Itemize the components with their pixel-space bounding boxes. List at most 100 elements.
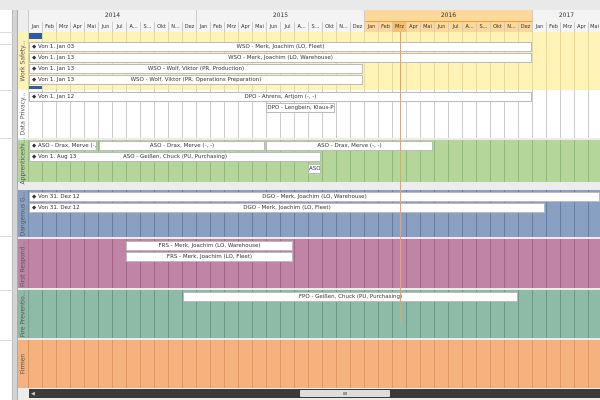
gantt-bar[interactable]: ASO [308,164,321,174]
month-cell[interactable]: Dez [183,22,197,32]
gantt-bar[interactable]: ASO - Drax, Merve (-, -) [99,141,265,151]
scroll-left-arrow-icon[interactable]: ◀ [31,391,35,397]
month-cell[interactable]: Okt [155,22,169,32]
month-cell[interactable]: Jul [113,22,127,32]
bar-start-text: ASO - Drax, Merve (-, [37,143,97,149]
month-cell[interactable]: Apr [407,22,421,32]
lane-label-text: Dangerous G... [19,191,27,236]
month-cell[interactable]: N... [337,22,351,32]
bar-start-label: ◆ Von 31. Dez 12 [32,205,80,211]
bar-start-text: Von 1. Jan 12 [37,94,75,100]
left-panel [0,10,13,400]
month-cell[interactable]: N... [169,22,183,32]
month-cell[interactable]: Mai [421,22,435,32]
gantt-bar[interactable]: ◆ Von 31. Dez 12 DGO - Merk, Joachim (LO,… [29,192,600,202]
lane-label[interactable]: Dangerous G... [18,190,29,237]
gantt-bar[interactable]: ◆ Von 1. Aug 13 ASO - Geißen, Chuck (PU, … [29,152,321,162]
lane-0: Work Safety... ◆ Von 1. Jan 03 WSO - Merk,… [18,32,600,90]
month-cell[interactable]: Feb [211,22,225,32]
month-cell[interactable]: Okt [491,22,505,32]
month-cell[interactable]: Mai [253,22,267,32]
month-cell[interactable]: N... [505,22,519,32]
month-cell[interactable]: Mai [85,22,99,32]
gantt-bar[interactable]: FRS - Merk, Joachim (LO, Fleet) [126,252,293,262]
gantt-bar[interactable]: ◆ Von 31. Dez 12 DGO - Merk, Joachim (LO,… [29,203,545,213]
month-cell[interactable]: Jan [365,22,379,32]
divider [0,290,13,291]
bar-title: FRS - Merk, Joachim (LO, Warehouse) [158,243,261,249]
horizontal-scrollbar[interactable]: ◀ [29,389,600,398]
month-cell[interactable]: Apr [575,22,589,32]
gantt-bar[interactable]: ◆ Von 1. Jan 13 WSO - Wolf, Viktor (PR, O… [29,75,363,85]
month-cell[interactable]: Jun [267,22,281,32]
gantt-bar[interactable]: FPO - Geißen, Chuck (PU, Purchasing) [183,292,518,302]
bar-title: ASO [309,166,321,172]
bar-title: DGO - Merk, Joachim (LO, Warehouse) [262,194,367,200]
month-cell[interactable]: Feb [43,22,57,32]
lane-grid [29,239,600,288]
lane-label[interactable]: Firmen [18,340,29,388]
lane-label-text: First Respond... [19,240,27,287]
bar-title: FPO - Geißen, Chuck (PU, Purchasing) [298,294,403,300]
bar-title: WSO - Merk, Joachim (LO, Warehouse) [228,55,333,61]
lane-label[interactable]: Data Privacy... [18,90,29,138]
month-cell[interactable]: Feb [379,22,393,32]
bar-title: WSO - Merk, Joachim (LO, Fleet) [236,44,325,50]
gantt-bar[interactable]: DPO - Lengbein, Klaus-P [266,103,335,113]
lane-2: Apprenticeshi... ◆ ASO - Drax, Merve (-, A… [18,138,600,184]
today-line [400,32,401,322]
gantt-bar[interactable]: ◆ Von 1. Jan 12 DPO - Ahrens, Artjom (-, … [29,92,532,102]
bar-title: WSO - Wolf, Viktor (PR, Production) [147,66,245,72]
month-cell[interactable]: Dez [351,22,365,32]
month-cell[interactable]: Feb [547,22,561,32]
month-cell[interactable]: S... [477,22,491,32]
month-cell[interactable]: Mrz [57,22,71,32]
lane-label-text: Data Privacy... [19,92,27,136]
month-cell[interactable]: Mrz [393,22,407,32]
bar-title: DPO - Ahrens, Artjom (-, -) [244,94,317,100]
month-cell[interactable]: Jun [435,22,449,32]
gantt-bar[interactable]: FRS - Merk, Joachim (LO, Warehouse) [126,241,293,251]
lane-label[interactable]: Fire Preventio... [18,290,29,338]
gantt-bar[interactable]: ASO - Drax, Merve (-, -) [266,141,433,151]
month-cell[interactable]: Okt [323,22,337,32]
month-cell[interactable]: Apr [71,22,85,32]
gantt-bar[interactable]: ◆ Von 1. Jan 03 WSO - Merk, Joachim (LO, … [29,42,532,52]
bar-start-text: Von 31. Dez 12 [37,205,80,211]
header-corner [18,10,29,32]
month-cell[interactable]: Mrz [561,22,575,32]
gantt-bar[interactable]: ◆ ASO - Drax, Merve (-, [29,141,97,151]
gantt-bar[interactable]: ◆ Von 1. Jan 13 WSO - Wolf, Viktor (PR, P… [29,64,363,74]
bar-start-label: ◆ Von 1. Jan 13 [32,77,75,83]
progress-marker [29,33,42,39]
month-cell[interactable]: Apr [239,22,253,32]
month-cell[interactable]: Jan [29,22,43,32]
month-cell[interactable]: Dez [519,22,533,32]
bar-start-text: Von 1. Jan 13 [37,66,75,72]
month-cell[interactable]: Mai [589,22,600,32]
month-cell[interactable]: A... [295,22,309,32]
month-cell[interactable]: Jul [281,22,295,32]
month-cell[interactable]: S... [141,22,155,32]
month-cell[interactable]: Jul [449,22,463,32]
month-cell[interactable]: Jan [533,22,547,32]
lane-5: Fire Preventio... FPO - Geißen, Chuck (PU… [18,290,600,338]
lane-label[interactable]: Work Safety... [18,32,29,90]
month-cell[interactable]: A... [463,22,477,32]
bar-start-text: Von 1. Jan 03 [37,44,75,50]
bar-start-text: Von 1. Aug 13 [37,154,77,160]
month-cell[interactable]: Jun [99,22,113,32]
scrollbar-thumb[interactable] [300,390,390,397]
lane-label[interactable]: Apprenticeshi... [18,138,29,184]
divider [0,90,13,91]
lane-label[interactable]: First Respond... [18,239,29,288]
month-cell[interactable]: Jan [197,22,211,32]
month-cell[interactable]: S... [309,22,323,32]
gantt-bar[interactable]: ◆ Von 1. Jan 13 WSO - Merk, Joachim (LO, … [29,53,532,63]
month-cell[interactable]: A... [127,22,141,32]
bar-title: ASO - Drax, Merve (-, -) [149,143,215,149]
bar-title: DPO - Lengbein, Klaus-P [267,105,334,111]
month-cell[interactable]: Mrz [225,22,239,32]
grip-icon [343,392,347,395]
lane-label-text: Firmen [19,353,27,375]
